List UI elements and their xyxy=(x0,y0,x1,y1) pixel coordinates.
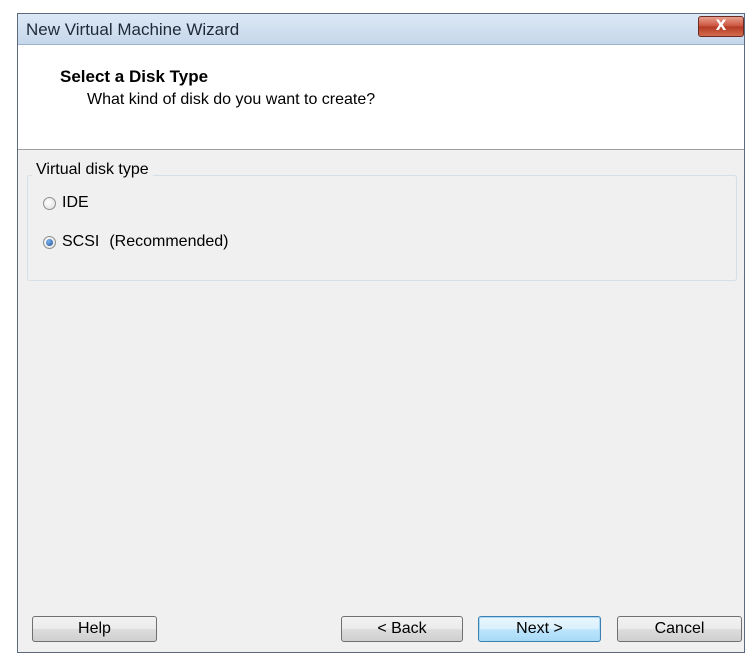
radio-unchecked-icon[interactable] xyxy=(43,196,56,210)
wizard-header: Select a Disk Type What kind of disk do … xyxy=(18,45,744,150)
recommended-note: (Recommended) xyxy=(109,233,229,250)
radio-option-scsi[interactable]: SCSI (Recommended) xyxy=(43,233,229,251)
close-button[interactable]: X xyxy=(698,16,744,37)
page-subtitle: What kind of disk do you want to create? xyxy=(87,91,376,108)
help-button[interactable]: Help xyxy=(32,616,157,642)
disk-type-group xyxy=(27,175,737,281)
radio-label-ide: IDE xyxy=(62,194,89,211)
close-icon: X xyxy=(715,18,727,34)
window-title: New Virtual Machine Wizard xyxy=(26,20,240,39)
cancel-button[interactable]: Cancel xyxy=(617,616,742,642)
back-button[interactable]: < Back xyxy=(341,616,463,642)
wizard-window: New Virtual Machine Wizard X Select a Di… xyxy=(17,13,745,653)
page-title: Select a Disk Type xyxy=(60,67,209,86)
radio-checked-icon[interactable] xyxy=(43,235,56,249)
title-bar[interactable]: New Virtual Machine Wizard X xyxy=(18,14,744,45)
next-button[interactable]: Next > xyxy=(478,616,601,642)
disk-type-group-label: Virtual disk type xyxy=(32,161,153,179)
radio-option-ide[interactable]: IDE xyxy=(43,194,89,212)
radio-label-scsi: SCSI (Recommended) xyxy=(62,233,229,250)
